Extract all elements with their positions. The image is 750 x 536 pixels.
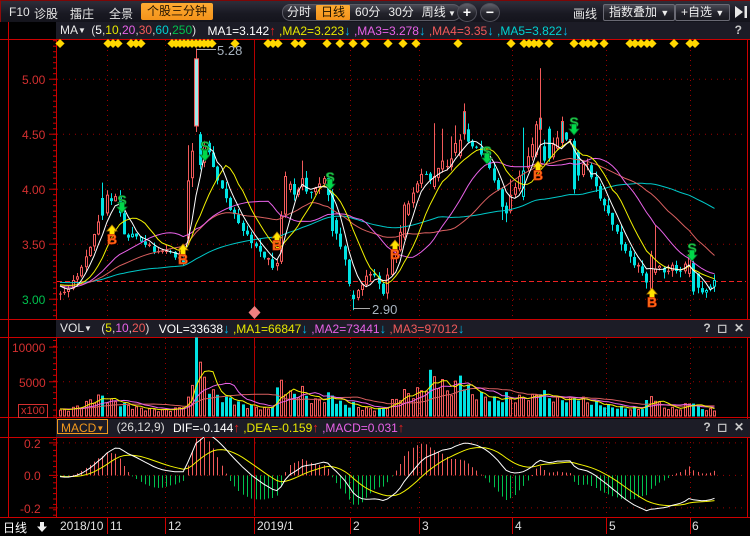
svg-text:B: B xyxy=(178,251,188,267)
svg-text:B: B xyxy=(107,231,117,247)
svg-text:B: B xyxy=(272,237,282,253)
svg-text:B: B xyxy=(533,167,543,183)
svg-text:B: B xyxy=(390,246,400,262)
svg-text:B: B xyxy=(647,294,657,310)
